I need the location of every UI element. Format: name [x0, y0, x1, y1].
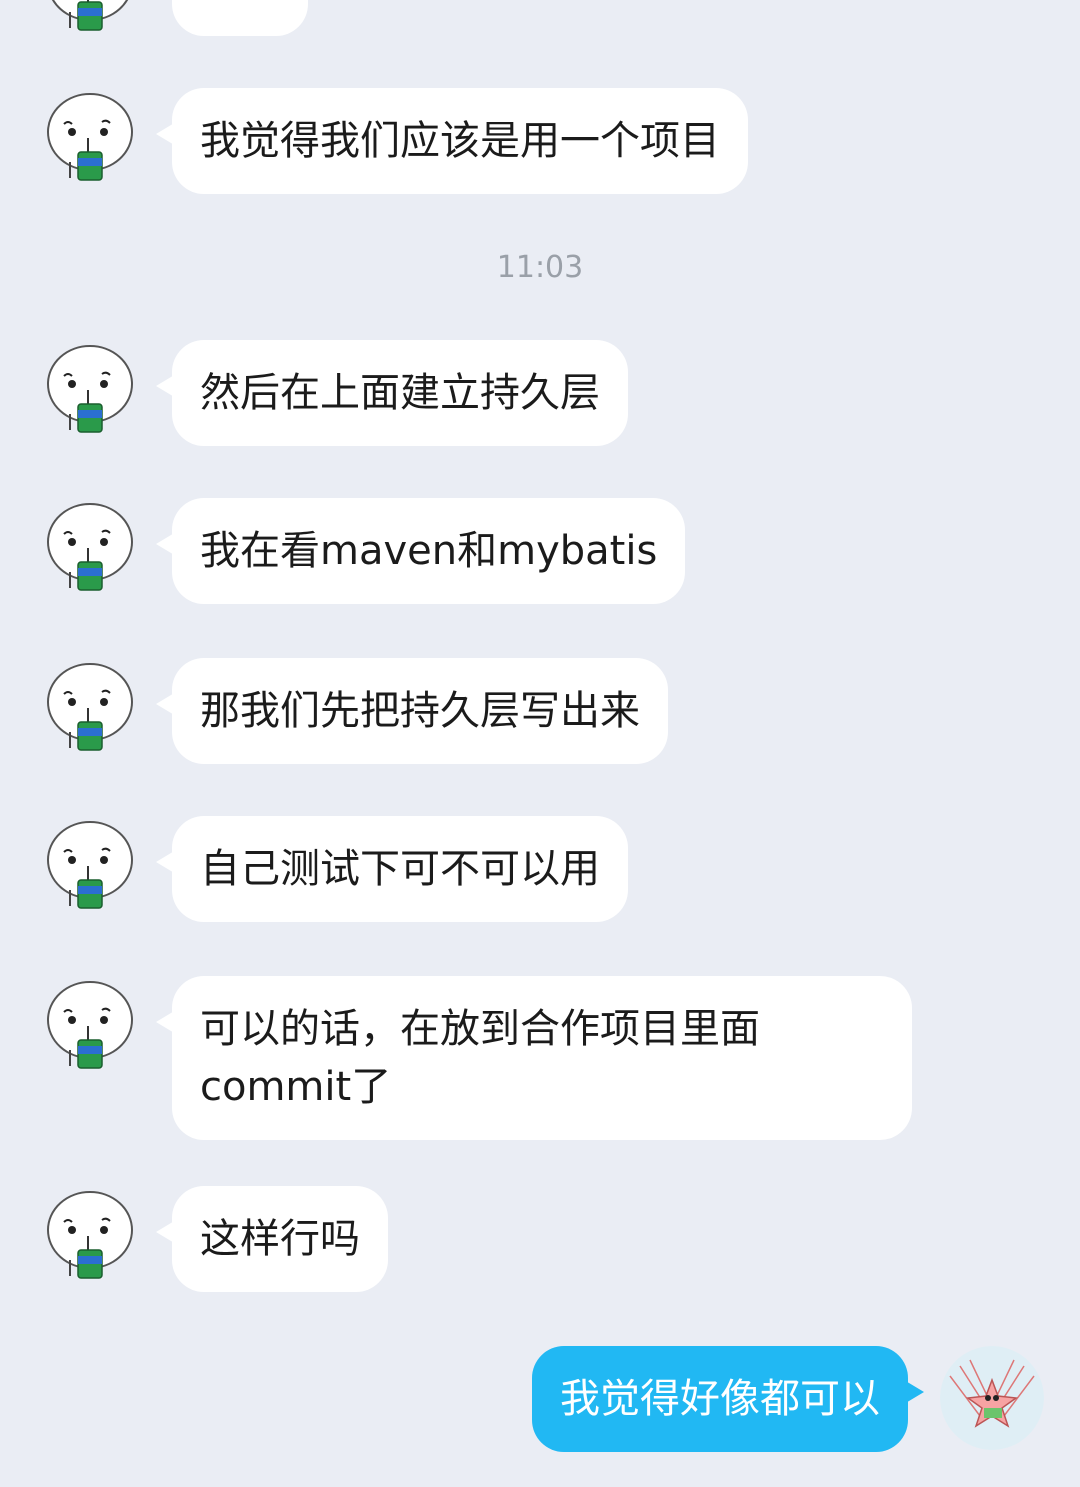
message-text: 那我们先把持久层写出来 — [200, 688, 640, 734]
doodle-face-icon — [47, 503, 133, 591]
doodle-face-icon — [47, 821, 133, 909]
contact-avatar[interactable] — [44, 92, 136, 184]
contact-avatar[interactable] — [44, 344, 136, 436]
doodle-face-icon — [47, 663, 133, 751]
doodle-face-icon — [47, 1191, 133, 1279]
message-text: 可以的话，在放到合作项目里面commit了 — [200, 1006, 760, 1110]
contact-avatar[interactable] — [44, 502, 136, 594]
doodle-face-icon — [47, 93, 133, 181]
timestamp: 11:03 — [496, 250, 584, 285]
message-text: 好啊 — [200, 0, 280, 6]
message-text: 我觉得我们应该是用一个项目 — [200, 118, 720, 164]
contact-avatar[interactable] — [44, 820, 136, 912]
contact-avatar[interactable] — [44, 980, 136, 1072]
doodle-face-icon — [47, 345, 133, 433]
message-bubble[interactable]: 我觉得我们应该是用一个项目 — [156, 88, 748, 194]
message-text: 然后在上面建立持久层 — [200, 370, 600, 416]
contact-avatar[interactable] — [44, 662, 136, 754]
message-bubble[interactable]: 好啊 — [172, 0, 308, 36]
contact-avatar[interactable] — [44, 1190, 136, 1282]
message-bubble[interactable]: 这样行吗 — [156, 1186, 388, 1292]
message-bubble[interactable]: 自己测试下可不可以用 — [156, 816, 628, 922]
message-bubble[interactable]: 我在看maven和mybatis — [155, 498, 686, 604]
message-bubble-outgoing[interactable]: 我觉得好像都可以 — [532, 1346, 924, 1452]
my-avatar[interactable] — [940, 1346, 1044, 1450]
message-bubble[interactable]: 然后在上面建立持久层 — [156, 340, 628, 446]
doodle-face-icon — [47, 981, 133, 1069]
patrick-star-icon — [940, 1346, 1044, 1450]
message-text: 我觉得好像都可以 — [560, 1376, 880, 1422]
message-text: 我在看maven和mybatis — [200, 528, 658, 574]
message-bubble[interactable]: 可以的话，在放到合作项目里面commit了 — [156, 976, 912, 1140]
contact-avatar[interactable] — [44, 0, 136, 34]
doodle-face-icon — [47, 0, 133, 31]
message-text: 自己测试下可不可以用 — [200, 846, 600, 892]
message-text: 这样行吗 — [200, 1216, 360, 1262]
message-bubble[interactable]: 那我们先把持久层写出来 — [156, 658, 668, 764]
